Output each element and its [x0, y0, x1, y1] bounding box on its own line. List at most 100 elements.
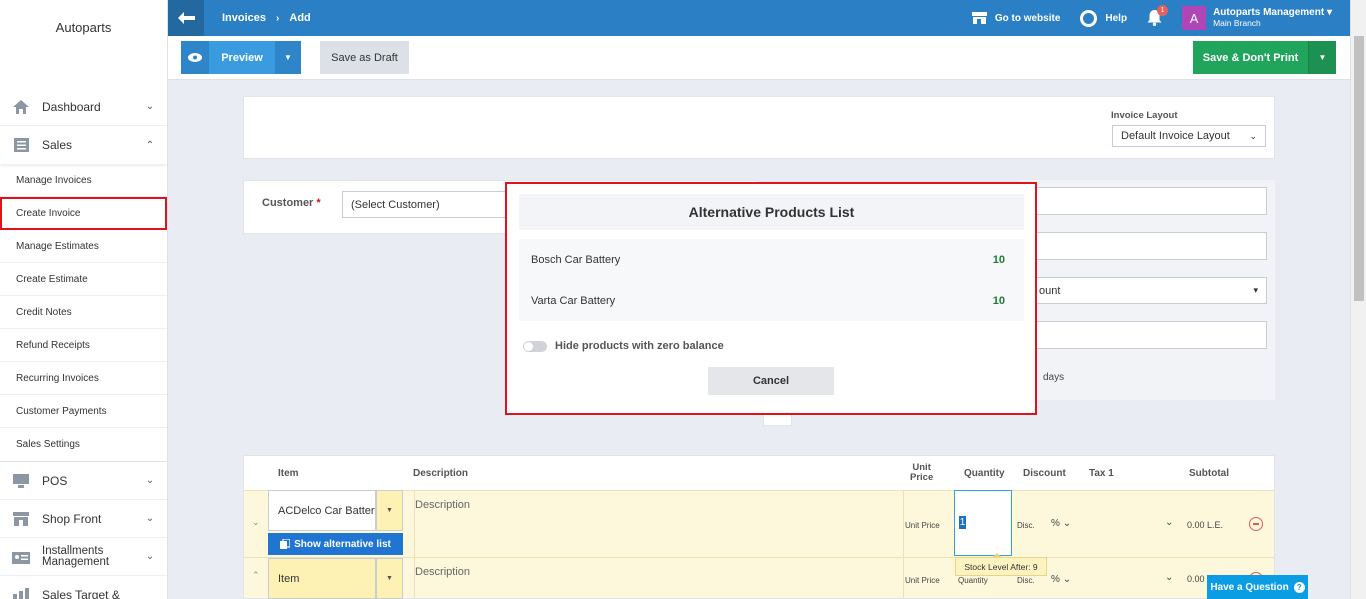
- sidebar-subitem-refund-receipts[interactable]: Refund Receipts: [0, 329, 167, 362]
- column-header-item: Item: [278, 467, 299, 479]
- invoice-layout-label: Invoice Layout: [1111, 110, 1178, 121]
- discount-type-select[interactable]: ount ▾: [1030, 277, 1267, 304]
- preview-dropdown-toggle[interactable]: ▼: [275, 41, 301, 74]
- preview-button[interactable]: Preview: [209, 41, 275, 74]
- row-expand-icon[interactable]: ⌃: [252, 570, 260, 581]
- save-dont-print-button[interactable]: Save & Don't Print: [1193, 41, 1308, 74]
- column-header-tax: Tax 1: [1089, 467, 1114, 479]
- sidebar-subitem-sales-settings[interactable]: Sales Settings: [0, 428, 167, 461]
- product-stock-qty: 10: [992, 294, 1005, 307]
- page-scrollbar[interactable]: [1350, 0, 1366, 599]
- hide-zero-balance-toggle-row: Hide products with zero balance: [523, 340, 724, 352]
- target-icon: [12, 587, 30, 599]
- avatar[interactable]: A: [1182, 6, 1207, 30]
- sidebar-subitem-customer-payments[interactable]: Customer Payments: [0, 395, 167, 428]
- unit-price-input[interactable]: Unit Price: [905, 521, 940, 530]
- chevron-down-icon: ⌄: [1249, 130, 1257, 141]
- tax-select[interactable]: ⌄: [1165, 517, 1173, 528]
- column-header-description: Description: [413, 467, 469, 479]
- sidebar-subitem-manage-invoices[interactable]: Manage Invoices: [0, 164, 167, 197]
- description-cell[interactable]: Description: [414, 491, 904, 557]
- issue-date-input[interactable]: [1030, 321, 1267, 349]
- save-as-draft-button[interactable]: Save as Draft: [320, 41, 409, 74]
- description-cell[interactable]: Description: [414, 558, 904, 598]
- list-icon: [12, 137, 30, 153]
- question-icon: ?: [1293, 581, 1305, 593]
- customer-label: Customer *: [262, 197, 321, 209]
- account-menu[interactable]: Autoparts Management ▾ Main Branch: [1213, 7, 1332, 29]
- toggle-knob: [524, 341, 533, 351]
- hide-zero-balance-label: Hide products with zero balance: [555, 340, 724, 352]
- sidebar-subitem-create-estimate[interactable]: Create Estimate: [0, 263, 167, 296]
- hide-zero-balance-toggle[interactable]: [523, 340, 547, 352]
- sidebar-item-sales[interactable]: Sales ⌃: [0, 126, 167, 164]
- sidebar-item-label: Sales: [42, 138, 73, 152]
- sidebar-item-installments[interactable]: Installments Management ⌄: [0, 538, 167, 576]
- column-header-subtotal: Subtotal: [1189, 467, 1229, 479]
- action-toolbar: Preview ▼ Save as Draft Save & Don't Pri…: [168, 36, 1350, 80]
- save-dropdown-toggle[interactable]: ▼: [1308, 41, 1336, 74]
- unit-price-input[interactable]: Unit Price: [905, 576, 940, 585]
- alternative-products-list: Bosch Car Battery 10 Varta Car Battery 1…: [519, 239, 1024, 321]
- discount-input[interactable]: Disc.: [1017, 576, 1035, 585]
- chevron-down-icon: ⌄: [145, 475, 155, 486]
- invoice-layout-select[interactable]: Default Invoice Layout ⌄: [1112, 125, 1266, 147]
- sidebar-toggle-button[interactable]: [168, 0, 204, 36]
- chevron-down-icon: ⌄: [145, 551, 155, 562]
- column-header-discount: Discount: [1023, 467, 1066, 479]
- breadcrumb: Invoices › Add: [222, 12, 311, 24]
- sidebar-subitem-credit-notes[interactable]: Credit Notes: [0, 296, 167, 329]
- discount-input[interactable]: Disc.: [1017, 521, 1035, 530]
- product-name: Bosch Car Battery: [531, 253, 621, 266]
- store-icon: [12, 511, 30, 527]
- stock-level-tooltip: Stock Level After: 9: [955, 553, 1047, 576]
- quantity-input[interactable]: 1: [954, 490, 1012, 556]
- sidebar-item-sales-target[interactable]: Sales Target &: [0, 576, 167, 599]
- item-select-input[interactable]: Item: [268, 558, 376, 599]
- chevron-down-icon: ⌄: [145, 101, 155, 112]
- alternative-products-modal: Alternative Products List Bosch Car Batt…: [505, 182, 1037, 415]
- scrollbar-thumb[interactable]: [1354, 36, 1364, 301]
- preview-button-group: Preview ▼: [181, 41, 301, 74]
- tax-select[interactable]: ⌄: [1165, 572, 1173, 583]
- notifications-button[interactable]: 1: [1147, 5, 1169, 26]
- discount-type-select[interactable]: % ⌄: [1051, 574, 1071, 585]
- sidebar-item-shop-front[interactable]: Shop Front ⌄: [0, 500, 167, 538]
- list-item[interactable]: Varta Car Battery 10: [519, 280, 1024, 321]
- invoice-date-input[interactable]: [1030, 232, 1267, 260]
- help-link[interactable]: Help: [1080, 9, 1127, 27]
- list-item[interactable]: Bosch Car Battery 10: [519, 239, 1024, 280]
- caret-down-icon: ▾: [1253, 285, 1258, 295]
- quantity-input[interactable]: Quantity: [958, 576, 988, 585]
- product-stock-qty: 10: [992, 253, 1005, 266]
- customer-select[interactable]: (Select Customer): [342, 191, 512, 218]
- monitor-icon: [12, 473, 30, 489]
- notification-badge: 1: [1157, 5, 1169, 16]
- discount-type-select[interactable]: % ⌄: [1051, 518, 1071, 529]
- show-alternative-list-button[interactable]: Show alternative list: [268, 533, 403, 555]
- save-button-group: Save & Don't Print ▼: [1193, 41, 1336, 74]
- chevron-up-icon: ⌃: [145, 139, 155, 151]
- item-select-input[interactable]: ACDelco Car Battery: [268, 490, 376, 531]
- sidebar-item-dashboard[interactable]: Dashboard ⌄: [0, 88, 167, 126]
- sidebar-item-pos[interactable]: POS ⌄: [0, 462, 167, 500]
- item-dropdown-toggle[interactable]: ▼: [376, 490, 403, 531]
- item-dropdown-toggle[interactable]: ▼: [376, 558, 403, 599]
- breadcrumb-invoices[interactable]: Invoices: [222, 12, 266, 24]
- chevron-down-icon: ⌄: [1062, 574, 1072, 585]
- chevron-right-icon: ›: [276, 12, 280, 24]
- invoice-number-input[interactable]: [1030, 187, 1267, 215]
- sales-submenu: Manage Invoices Create Invoice Manage Es…: [0, 164, 167, 462]
- sidebar-item-label: Shop Front: [42, 511, 102, 526]
- have-a-question-button[interactable]: Have a Question ?: [1207, 575, 1308, 599]
- payment-terms-days-label: days: [1043, 372, 1065, 383]
- row-collapse-icon[interactable]: ⌄: [252, 517, 260, 528]
- eye-icon[interactable]: [181, 41, 209, 74]
- remove-row-icon[interactable]: [1249, 517, 1263, 531]
- sidebar-subitem-manage-estimates[interactable]: Manage Estimates: [0, 230, 167, 263]
- cancel-button[interactable]: Cancel: [708, 367, 834, 395]
- go-to-website-link[interactable]: Go to website: [971, 12, 1060, 24]
- sidebar-subitem-recurring-invoices[interactable]: Recurring Invoices: [0, 362, 167, 395]
- sidebar-subitem-create-invoice[interactable]: Create Invoice: [0, 197, 167, 230]
- product-name: Varta Car Battery: [531, 294, 616, 307]
